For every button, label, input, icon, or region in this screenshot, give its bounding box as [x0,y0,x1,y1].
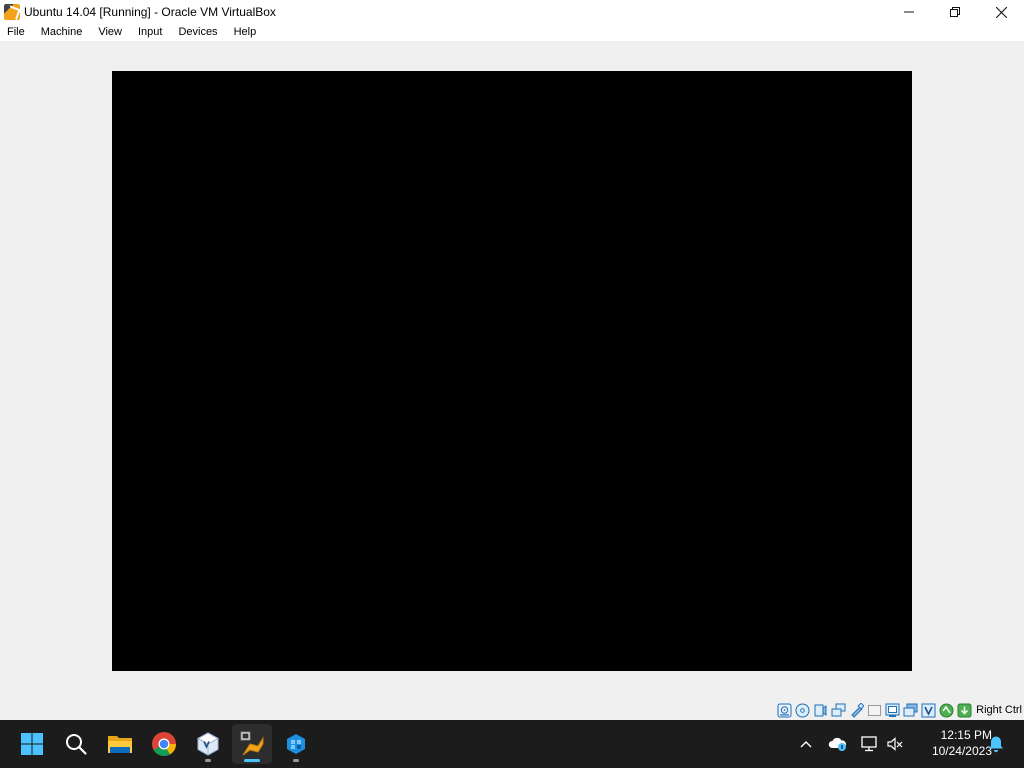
folder-icon [108,736,132,753]
virtualbox-vm-icon[interactable] [4,4,20,20]
network-icon[interactable] [831,703,846,718]
search-icon [66,734,87,755]
menu-input[interactable]: Input [130,24,170,41]
host-key-label[interactable]: Right Ctrl [976,704,1022,716]
audio-icon[interactable] [813,703,828,718]
close-icon [995,6,1007,18]
menu-help[interactable]: Help [226,24,265,41]
chevron-up-icon [800,741,812,748]
cloud-icon [828,737,847,751]
taskbar-file-explorer[interactable] [100,724,140,764]
title-bar[interactable]: Ubuntu 14.04 [Running] - Oracle VM Virtu… [0,0,1024,24]
start-button[interactable] [12,724,52,764]
minimize-button[interactable] [886,0,932,24]
menu-bar: File Machine View Input Devices Help [0,24,1024,41]
network-tray-button[interactable] [860,734,880,754]
virtualbox-vm-icon [240,731,264,756]
virtualization-icon[interactable] [921,703,936,718]
restore-icon [950,7,960,17]
display-icon[interactable] [885,703,900,718]
clock-date: 10/24/2023 [931,744,992,758]
minimize-icon [904,11,914,13]
taskbar-clock[interactable]: 12:15 PM 10/24/2023 [914,727,992,759]
ethernet-icon [861,736,877,752]
close-button[interactable] [978,0,1024,24]
window-title: Ubuntu 14.04 [Running] - Oracle VM Virtu… [24,5,276,19]
usb-icon[interactable] [849,702,865,718]
mouse-integration-icon[interactable] [939,703,954,718]
notifications-button[interactable] [986,734,1006,754]
video-capture-icon[interactable] [903,703,918,718]
taskbar-blue-app[interactable] [276,724,316,764]
bell-icon [989,736,1003,753]
blue-app-icon [287,734,305,754]
virtualbox-vm-window: Ubuntu 14.04 [Running] - Oracle VM Virtu… [0,0,1024,720]
chrome-icon [152,732,176,757]
search-button[interactable] [56,724,96,764]
virtualbox-icon [196,732,220,756]
windows-start-icon [21,733,43,755]
taskbar-chrome[interactable] [144,724,184,764]
maximize-button[interactable] [932,0,978,24]
vm-display[interactable] [112,71,912,671]
window-controls [886,0,1024,24]
taskbar-virtualbox-vm[interactable] [232,724,272,764]
menu-devices[interactable]: Devices [170,24,225,41]
menu-view[interactable]: View [90,24,130,41]
keyboard-capture-icon[interactable] [957,703,972,718]
volume-muted-icon [887,737,903,751]
optical-drive-icon[interactable] [795,703,810,718]
vm-status-bar: Right Ctrl [777,700,1024,720]
clock-time: 12:15 PM [940,728,992,742]
menu-file[interactable]: File [0,24,33,41]
shared-folders-icon[interactable] [867,703,882,718]
volume-tray-button[interactable] [885,734,905,754]
show-hidden-icons-button[interactable] [796,734,816,754]
onedrive-tray-button[interactable] [828,734,848,754]
menu-machine[interactable]: Machine [33,24,91,41]
hard-disk-icon[interactable] [777,703,792,718]
taskbar-virtualbox-manager[interactable] [188,724,228,764]
